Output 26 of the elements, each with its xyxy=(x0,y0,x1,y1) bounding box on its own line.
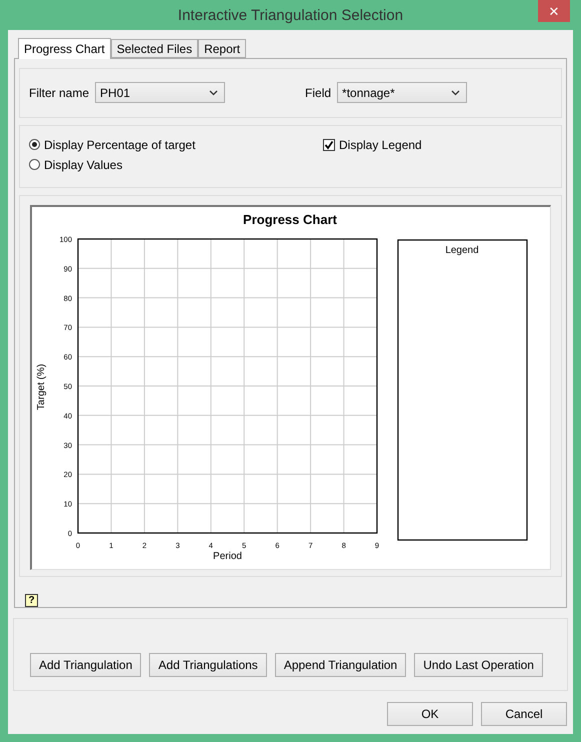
tab[interactable]: Progress Chart xyxy=(18,38,111,59)
action-button[interactable]: Add Triangulations xyxy=(149,652,267,676)
action-button[interactable]: Append Triangulation xyxy=(274,652,406,676)
radio-option[interactable]: Display Percentage of target xyxy=(29,138,323,152)
chevron-icon xyxy=(451,90,460,96)
field-label: Filter name xyxy=(29,86,90,100)
tab[interactable]: Selected Files xyxy=(110,39,198,58)
help-icon[interactable]: ? xyxy=(25,594,38,607)
chevron-icon xyxy=(209,90,218,96)
axis-title: Period xyxy=(213,551,242,562)
action-button[interactable]: Add Triangulation xyxy=(30,652,142,676)
checkmark-icon xyxy=(324,140,334,150)
field-label: Field xyxy=(305,86,332,100)
dialog-button[interactable]: OK xyxy=(387,702,473,726)
window-title: Interactive Triangulation Selection xyxy=(178,6,404,24)
axis-title: Target (%) xyxy=(36,364,47,410)
close-button[interactable]: ✕ xyxy=(538,0,570,22)
radio-option[interactable]: Display Values xyxy=(29,158,323,172)
legend-title: Legend xyxy=(445,245,479,256)
dropdown[interactable]: *tonnage* xyxy=(337,82,468,104)
tab[interactable]: Report xyxy=(198,39,246,58)
dialog-button[interactable]: Cancel xyxy=(481,702,567,726)
action-button[interactable]: Undo Last Operation xyxy=(414,652,543,676)
checkbox-option[interactable]: Display Legend xyxy=(323,138,422,152)
chart-title: Progress Chart xyxy=(243,212,337,227)
dropdown[interactable]: PH01 xyxy=(95,82,226,104)
